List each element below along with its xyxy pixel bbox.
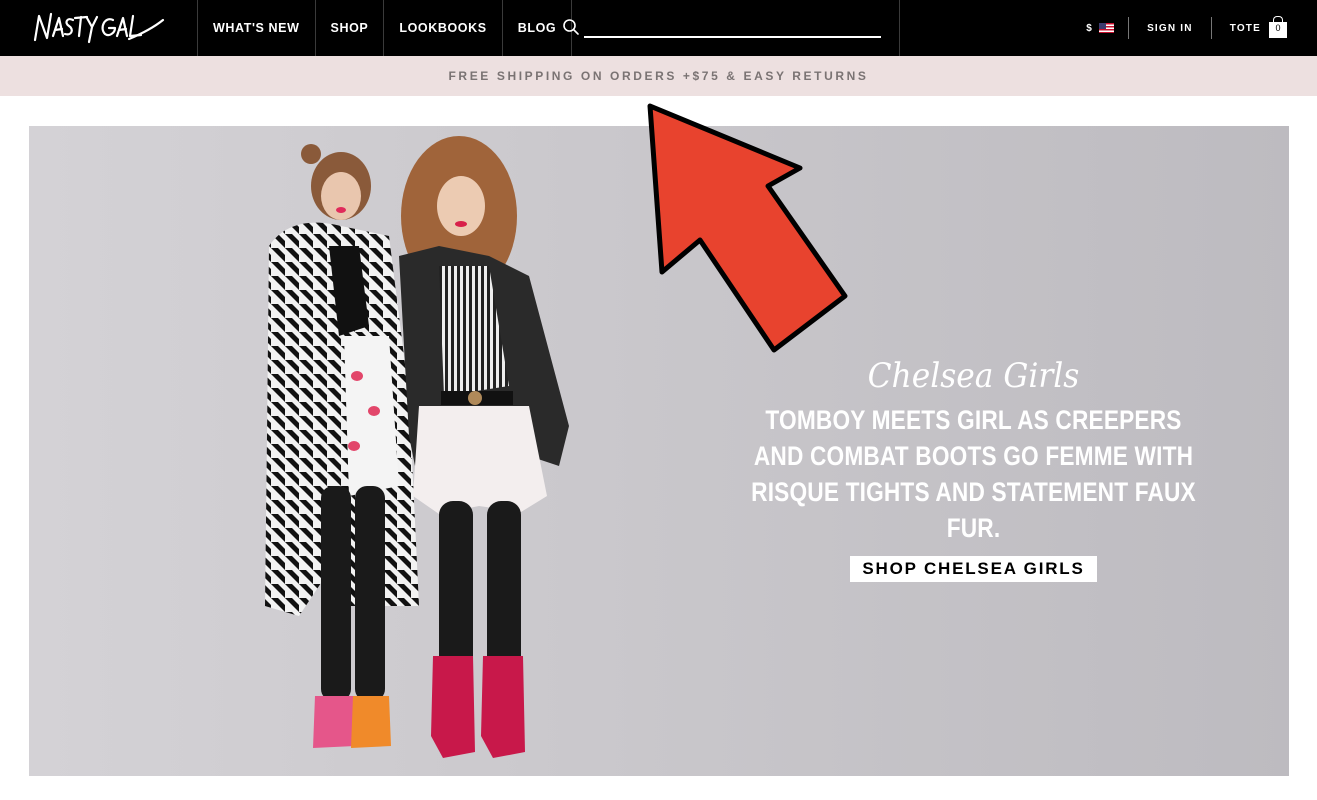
promo-banner[interactable]: FREE SHIPPING ON ORDERS +$75 & EASY RETU…	[0, 56, 1317, 96]
search-icon[interactable]	[562, 18, 580, 36]
shopping-bag-icon: 0	[1269, 16, 1287, 38]
us-flag-icon	[1099, 23, 1115, 33]
search-input[interactable]	[584, 18, 881, 38]
shop-chelsea-girls-button[interactable]: SHOP CHELSEA GIRLS	[850, 556, 1097, 582]
account-nav: $ SIGN IN TOTE 0	[1086, 0, 1287, 56]
primary-nav: WHAT'S NEW SHOP LOOKBOOKS BLOG	[198, 0, 573, 56]
tote-count: 0	[1275, 23, 1281, 33]
tote-button[interactable]: TOTE 0	[1212, 16, 1287, 38]
top-navigation: WHAT'S NEW SHOP LOOKBOOKS BLOG $ SIGN IN…	[0, 0, 1317, 56]
nasty-gal-logo[interactable]	[0, 0, 198, 56]
logo-script-icon	[33, 12, 164, 44]
tote-label: TOTE	[1229, 22, 1261, 34]
hero-title: Chelsea Girls	[867, 356, 1080, 396]
nav-shop[interactable]: SHOP	[316, 0, 385, 56]
search-bar	[546, 0, 900, 56]
currency-selector[interactable]: $	[1086, 23, 1128, 34]
nav-lookbooks[interactable]: LOOKBOOKS	[384, 0, 503, 56]
sign-in-link[interactable]: SIGN IN	[1129, 23, 1211, 34]
hero-copy: Chelsea Girls TOMBOY MEETS GIRL AS CREEP…	[701, 356, 1246, 582]
hero-description: TOMBOY MEETS GIRL AS CREEPERS AND COMBAT…	[751, 405, 1196, 543]
hero-banner[interactable]: Chelsea Girls TOMBOY MEETS GIRL AS CREEP…	[29, 126, 1289, 776]
hero-models-image	[265, 136, 569, 758]
nav-whats-new[interactable]: WHAT'S NEW	[198, 0, 316, 56]
currency-symbol: $	[1086, 22, 1094, 34]
